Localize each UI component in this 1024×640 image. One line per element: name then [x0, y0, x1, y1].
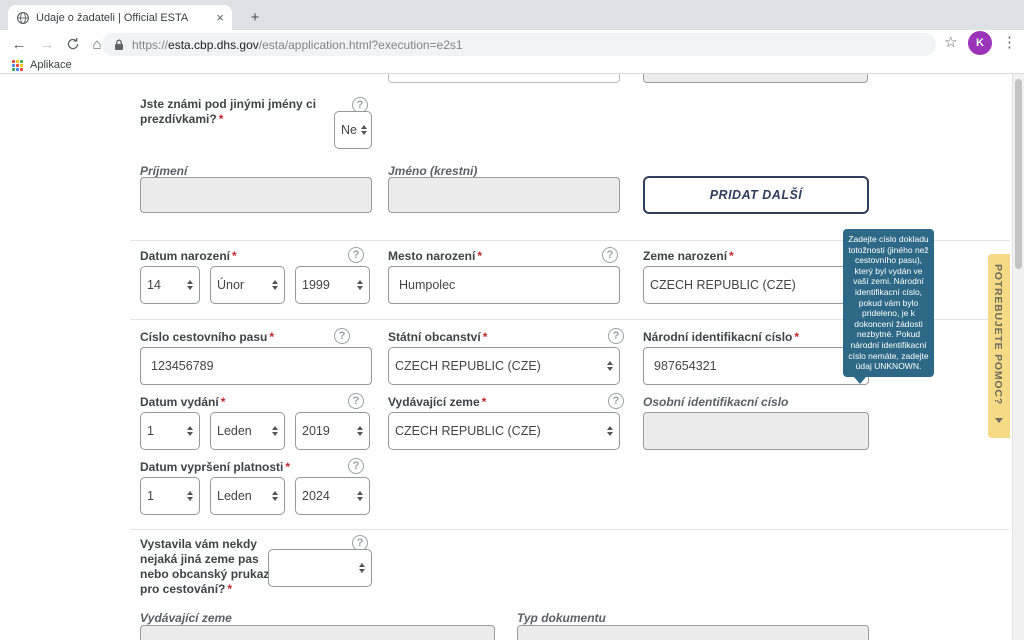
other-docs-select[interactable] — [268, 549, 372, 587]
personal-id-label: Osobní identifikacní císlo — [643, 395, 789, 409]
back-icon[interactable]: ← — [8, 33, 30, 55]
stepper-icon — [187, 280, 193, 290]
other-issuing-country-input — [140, 625, 495, 640]
reload-icon[interactable] — [62, 33, 84, 55]
need-help-label: POTREBUJETE POMOC? — [992, 264, 1004, 405]
tab-title: Údaje o žadateli | Official ESTA — [36, 11, 189, 24]
issuing-country-label: Vydávající zeme * — [388, 395, 487, 409]
stepper-icon — [360, 125, 367, 135]
stepper-icon — [187, 491, 193, 501]
section-divider — [130, 529, 1010, 530]
stepper-icon — [272, 280, 278, 290]
birth-city-input[interactable] — [388, 266, 620, 304]
other-issuing-country-label: Vydávající zeme — [140, 611, 232, 625]
dob-day-select[interactable]: 14 — [140, 266, 200, 304]
url-text: https://esta.cbp.dhs.gov/esta/applicatio… — [132, 37, 463, 52]
national-id-input[interactable] — [643, 347, 869, 385]
apps-grid-icon[interactable] — [12, 60, 23, 71]
globe-icon — [16, 11, 30, 25]
expiry-year-select[interactable]: 2024 — [295, 477, 370, 515]
dob-year-select[interactable]: 1999 — [295, 266, 370, 304]
help-icon[interactable]: ? — [334, 328, 350, 344]
help-icon[interactable]: ? — [348, 393, 364, 409]
address-bar[interactable]: https://esta.cbp.dhs.gov/esta/applicatio… — [102, 33, 936, 56]
stepper-icon — [607, 361, 613, 371]
issue-year-select[interactable]: 2019 — [295, 412, 370, 450]
stepper-icon — [272, 491, 278, 501]
dob-month-select[interactable]: Únor — [210, 266, 285, 304]
expiry-date-label: Datum vypršení platnosti * — [140, 460, 291, 474]
first-name-label: Jméno (krestni) — [388, 164, 478, 178]
passport-number-label: Císlo cestovního pasu * — [140, 330, 275, 344]
bookmark-item-aplikace[interactable]: Aplikace — [30, 59, 72, 71]
surname-input — [140, 177, 372, 213]
lock-icon — [114, 39, 124, 51]
issue-date-label: Datum vydání * — [140, 395, 226, 409]
issuing-country-select[interactable]: CZECH REPUBLIC (CZE) — [388, 412, 620, 450]
document-type-input — [517, 625, 869, 640]
stepper-icon — [357, 280, 363, 290]
help-icon[interactable]: ? — [602, 247, 618, 263]
browser-tab[interactable]: Údaje o žadateli | Official ESTA × — [8, 5, 232, 30]
passport-number-input[interactable] — [140, 347, 372, 385]
bookmarks-bar — [0, 58, 1024, 74]
partial-field — [388, 74, 620, 83]
bookmark-star-icon[interactable]: ☆ — [944, 33, 957, 51]
personal-id-input — [643, 412, 869, 450]
national-id-tooltip: Zadejte císlo dokladu totožnosti (jiného… — [843, 229, 934, 384]
forward-icon[interactable]: → — [36, 33, 58, 55]
stepper-icon — [272, 426, 278, 436]
help-icon[interactable]: ? — [348, 458, 364, 474]
other-names-select[interactable]: Ne — [334, 111, 372, 149]
chevron-down-icon — [995, 418, 1003, 423]
stepper-icon — [357, 491, 363, 501]
birth-country-select[interactable]: CZECH REPUBLIC (CZE) — [643, 266, 869, 304]
browser-window: Údaje o žadateli | Official ESTA × + ← →… — [0, 0, 1024, 640]
citizenship-label: Státní obcanství * — [388, 330, 488, 344]
issue-month-select[interactable]: Leden — [210, 412, 285, 450]
scrollbar-thumb[interactable] — [1015, 79, 1022, 269]
surname-label: Príjmení — [140, 164, 188, 178]
other-docs-question-label: Vystavila vám nekdy nejaká jiná zeme pas… — [140, 537, 270, 596]
dob-label: Datum narození * — [140, 249, 237, 263]
help-icon[interactable]: ? — [348, 247, 364, 263]
new-tab-button[interactable]: + — [244, 6, 266, 28]
expiry-day-select[interactable]: 1 — [140, 477, 200, 515]
help-icon[interactable]: ? — [608, 328, 624, 344]
first-name-input — [388, 177, 620, 213]
partial-disabled-field — [643, 74, 868, 83]
menu-icon[interactable]: ⋮ — [1002, 33, 1017, 51]
birth-city-label: Mesto narození * — [388, 249, 483, 263]
expiry-month-select[interactable]: Leden — [210, 477, 285, 515]
stepper-icon — [607, 426, 613, 436]
stepper-icon — [359, 563, 365, 573]
stepper-icon — [357, 426, 363, 436]
tab-strip: Údaje o žadateli | Official ESTA × + — [0, 0, 1024, 30]
issue-day-select[interactable]: 1 — [140, 412, 200, 450]
profile-avatar[interactable]: K — [968, 31, 992, 55]
citizenship-select[interactable]: CZECH REPUBLIC (CZE) — [388, 347, 620, 385]
stepper-icon — [187, 426, 193, 436]
document-type-label: Typ dokumentu — [517, 611, 606, 625]
add-another-button[interactable]: PRIDAT DALŠÍ — [643, 176, 869, 214]
tab-close-icon[interactable]: × — [216, 11, 224, 24]
national-id-label: Národní identifikacní císlo * — [643, 330, 800, 344]
help-icon[interactable]: ? — [608, 393, 624, 409]
birth-country-label: Zeme narození * — [643, 249, 734, 263]
need-help-tab[interactable]: POTREBUJETE POMOC? — [988, 254, 1010, 438]
other-names-question-label: Jste známi pod jinými jmény ci prezdívka… — [140, 97, 317, 126]
